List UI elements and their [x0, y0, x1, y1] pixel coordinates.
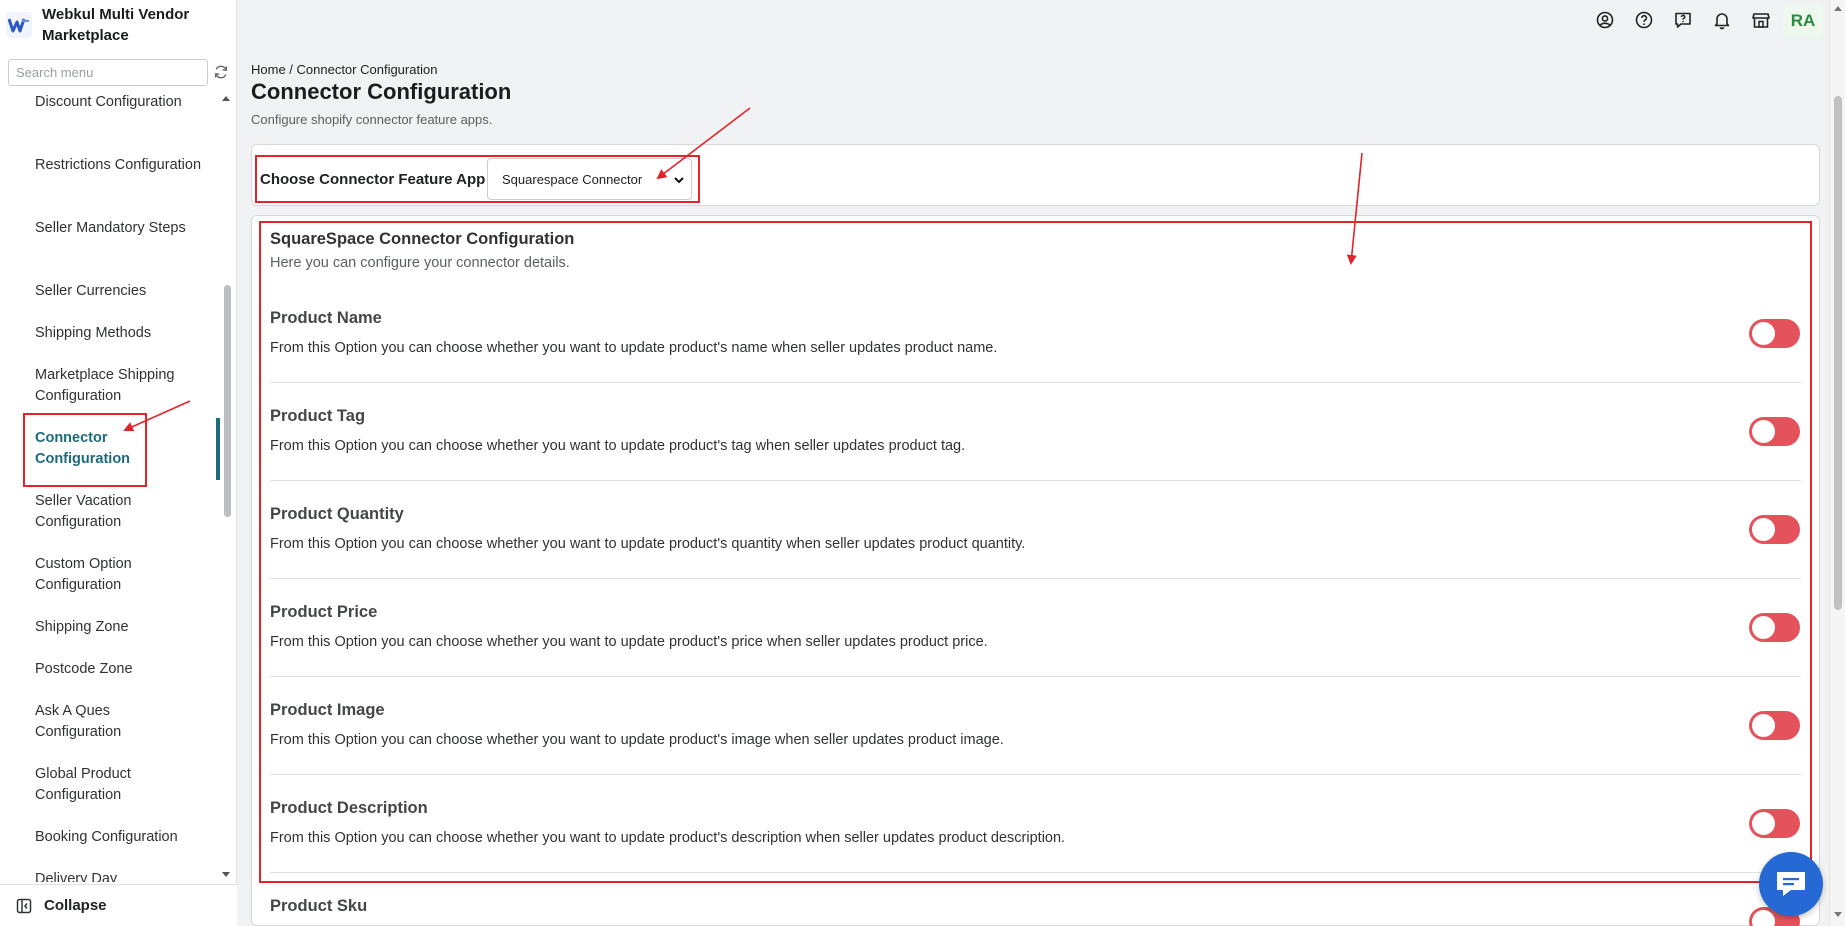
chat-icon [1777, 872, 1805, 896]
sidebar-item-postcode-zone[interactable]: Postcode Zone [35, 659, 210, 680]
option-divider [270, 578, 1801, 579]
store-icon[interactable] [1751, 10, 1771, 30]
webkul-logo-icon [6, 12, 32, 38]
toggle-product-name[interactable] [1749, 319, 1800, 348]
sidebar-item-discount-configuration[interactable]: Discount Configuration [35, 92, 210, 113]
option-title-product-description: Product Description [270, 799, 428, 817]
sidebar-scroll-down-icon[interactable] [222, 872, 230, 877]
user-circle-icon[interactable] [1595, 10, 1615, 30]
sidebar-scrollbar-thumb[interactable] [224, 285, 231, 517]
sidebar-item-ask-a-ques-configuration[interactable]: Ask A Ques Configuration [35, 701, 145, 743]
page-scrollbar-thumb[interactable] [1834, 96, 1842, 610]
option-desc-product-image: From this Option you can choose whether … [270, 732, 1004, 748]
connector-app-select[interactable]: Squarespace Connector [487, 158, 692, 200]
collapse-button[interactable]: Collapse [0, 884, 237, 926]
toggle-knob [1752, 518, 1775, 541]
option-title-product-tag: Product Tag [270, 407, 366, 425]
collapse-sidebar-icon [16, 898, 32, 913]
toggle-knob [1752, 714, 1775, 737]
option-title-product-image: Product Image [270, 701, 385, 719]
feedback-icon[interactable] [1673, 10, 1693, 30]
sidebar-item-global-product-configuration[interactable]: Global Product Configuration [35, 764, 145, 806]
page-scrollbar[interactable] [1829, 0, 1845, 926]
toggle-knob [1752, 616, 1775, 639]
help-icon[interactable] [1634, 10, 1654, 30]
toggle-knob [1752, 420, 1775, 443]
sidebar-menu: Discount Configuration Restrictions Conf… [0, 92, 220, 882]
option-desc-product-price: From this Option you can choose whether … [270, 634, 988, 650]
chevron-down-icon [674, 177, 684, 184]
search-menu-wrap [8, 59, 208, 86]
page-title: Connector Configuration [251, 79, 512, 104]
search-menu-input[interactable] [8, 59, 208, 86]
option-desc-product-tag: From this Option you can choose whether … [270, 438, 966, 454]
page-subtitle: Configure shopify connector feature apps… [251, 112, 493, 127]
option-divider [270, 872, 1801, 873]
user-avatar[interactable]: RA [1783, 5, 1823, 37]
option-desc-product-quantity: From this Option you can choose whether … [270, 536, 1026, 552]
option-title-product-name: Product Name [270, 309, 382, 327]
sidebar-item-seller-currencies[interactable]: Seller Currencies [35, 281, 210, 302]
brand[interactable]: Webkul Multi Vendor Marketplace [0, 0, 237, 52]
option-desc-product-description: From this Option you can choose whether … [270, 830, 1066, 846]
option-title-product-quantity: Product Quantity [270, 505, 404, 523]
sidebar-item-seller-mandatory-steps[interactable]: Seller Mandatory Steps [35, 218, 210, 239]
option-desc-product-name: From this Option you can choose whether … [270, 340, 998, 356]
bell-icon[interactable] [1712, 10, 1732, 30]
brand-name: Webkul Multi Vendor Marketplace [42, 6, 190, 44]
collapse-label: Collapse [44, 897, 107, 914]
toggle-product-description[interactable] [1749, 809, 1800, 838]
sidebar-item-seller-vacation-configuration[interactable]: Seller Vacation Configuration [35, 491, 145, 533]
option-divider [270, 676, 1801, 677]
sidebar-item-custom-option-configuration[interactable]: Custom Option Configuration [35, 554, 145, 596]
sidebar-annotation-box [23, 413, 147, 487]
sidebar-item-delivery-day[interactable]: Delivery Day [35, 869, 210, 882]
sidebar-item-shipping-zone[interactable]: Shipping Zone [35, 617, 210, 638]
page-scroll-down-icon[interactable] [1834, 912, 1842, 917]
sidebar-item-restrictions-configuration[interactable]: Restrictions Configuration [35, 155, 210, 176]
option-divider [270, 774, 1801, 775]
sidebar-item-shipping-methods[interactable]: Shipping Methods [35, 323, 210, 344]
connector-app-select-value: Squarespace Connector [502, 171, 643, 187]
toggle-knob [1752, 812, 1775, 835]
option-title-product-sku: Product Sku [270, 897, 368, 915]
toggle-knob [1752, 910, 1775, 926]
sidebar-item-booking-configuration[interactable]: Booking Configuration [35, 827, 210, 848]
toggle-product-image[interactable] [1749, 711, 1800, 740]
topbar [237, 0, 1829, 40]
sidebar-item-marketplace-shipping-configuration[interactable]: Marketplace Shipping Configuration [35, 365, 210, 407]
breadcrumb: Home / Connector Configuration [251, 62, 438, 77]
config-title: SquareSpace Connector Configuration [270, 230, 575, 248]
page-scroll-up-icon[interactable] [1834, 6, 1842, 11]
config-description: Here you can configure your connector de… [270, 255, 570, 271]
config-annotation-box [259, 221, 1812, 883]
chat-button[interactable] [1759, 852, 1823, 916]
option-divider [270, 480, 1801, 481]
refresh-icon[interactable] [213, 64, 229, 80]
toggle-product-quantity[interactable] [1749, 515, 1800, 544]
option-title-product-price: Product Price [270, 603, 378, 621]
active-item-indicator [216, 418, 220, 480]
toggle-product-tag[interactable] [1749, 417, 1800, 446]
toggle-knob [1752, 322, 1775, 345]
sidebar-scroll-up-icon[interactable] [222, 96, 230, 101]
choose-app-label: Choose Connector Feature App [260, 171, 486, 188]
toggle-product-price[interactable] [1749, 613, 1800, 642]
option-divider [270, 382, 1801, 383]
